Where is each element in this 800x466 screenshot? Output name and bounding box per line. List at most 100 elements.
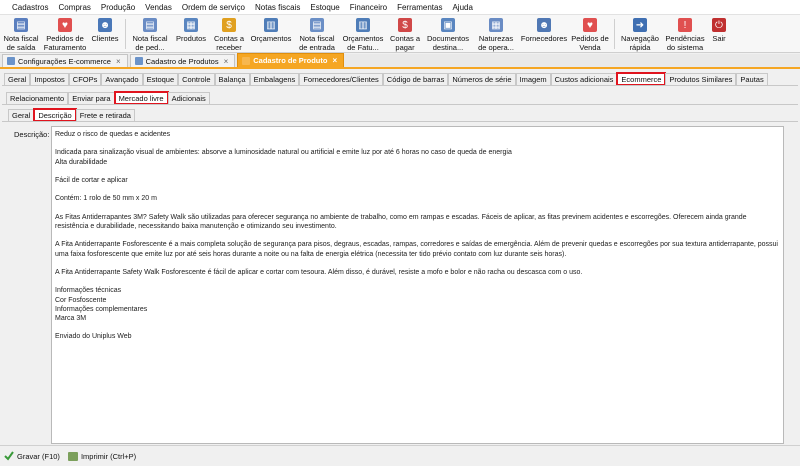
- menu-estoque[interactable]: Estoque: [310, 3, 339, 12]
- save-button[interactable]: Gravar (F10): [4, 451, 60, 461]
- tab-embalagens[interactable]: Embalagens: [249, 73, 300, 85]
- tab-produtos-similares[interactable]: Produtos Similares: [665, 73, 737, 85]
- toolbar-clientes[interactable]: ☻ Clientes: [88, 15, 122, 43]
- form-icon: [7, 57, 15, 65]
- action-bar: Gravar (F10) Imprimir (Ctrl+P): [0, 445, 800, 466]
- quick-nav-icon: ➜: [633, 18, 647, 32]
- description-paragraph: Fácil de cortar e aplicar: [55, 176, 128, 184]
- menu-ordem-servico[interactable]: Ordem de serviço: [182, 3, 245, 12]
- tab-codigo-barras[interactable]: Código de barras: [382, 73, 449, 85]
- close-icon[interactable]: ×: [224, 57, 229, 66]
- menu-vendas[interactable]: Vendas: [145, 3, 172, 12]
- tab-geral[interactable]: Geral: [4, 73, 31, 85]
- payables-icon: $: [398, 18, 412, 32]
- documents-icon: ▣: [441, 18, 455, 32]
- description-paragraph: Reduz o risco de quedas e acidentes: [55, 131, 171, 138]
- tab-ml-geral[interactable]: Geral: [8, 109, 35, 121]
- tab-ecommerce[interactable]: Ecommerce: [616, 72, 667, 86]
- invoice-icon: ▤: [14, 18, 28, 32]
- form-icon: [134, 57, 143, 65]
- divider: [2, 85, 798, 86]
- quotes-icon: ▥: [264, 18, 278, 32]
- toolbar-pedidos-venda[interactable]: ♥ Pedidos de Venda: [569, 15, 611, 52]
- tab-cfops[interactable]: CFOPs: [68, 73, 102, 85]
- form-icon: [242, 56, 251, 65]
- document-tabs: Configurações E-commerce × Cadastro de Pr…: [0, 53, 800, 69]
- toolbar-contas-pagar[interactable]: $ Contas a pagar: [387, 15, 423, 52]
- toolbar-pedidos-faturamento[interactable]: ♥ Pedidos de Faturamento: [42, 15, 88, 52]
- menu-ajuda[interactable]: Ajuda: [452, 3, 472, 12]
- printer-icon: [67, 451, 78, 461]
- tab-ml-descricao[interactable]: Descrição: [33, 108, 77, 122]
- tab-avancado[interactable]: Avançado: [101, 73, 143, 85]
- sales-orders-icon: ♥: [583, 18, 597, 32]
- toolbar-naturezas-operacao[interactable]: ▦ Naturezas de opera...: [473, 15, 519, 52]
- tab-imagem[interactable]: Imagem: [515, 73, 551, 85]
- toolbar-documentos[interactable]: ▣ Documentos destina...: [423, 15, 473, 52]
- toolbar-fornecedores[interactable]: ☻ Fornecedores: [519, 15, 569, 43]
- billing-quotes-icon: ▥: [356, 18, 370, 32]
- close-icon[interactable]: ×: [332, 56, 337, 65]
- menu-compras[interactable]: Compras: [58, 3, 90, 12]
- toolbar-nota-fiscal-pedido[interactable]: ▤ Nota fiscal de ped...: [129, 15, 171, 52]
- description-textarea[interactable]: Reduz o risco de quedas e acidentes Indi…: [51, 126, 784, 444]
- tab-ml-frete-retirada[interactable]: Frete e retirada: [75, 109, 135, 121]
- toolbar-nota-fiscal-saida[interactable]: ▤ Nota fiscal de saída: [0, 15, 42, 52]
- toolbar-sair[interactable]: ⏻ Sair: [708, 15, 730, 43]
- toolbar-contas-receber[interactable]: $ Contas a receber: [211, 15, 247, 52]
- description-paragraph: A Fita Antiderrapante Fosforescente é a …: [55, 241, 780, 258]
- clients-icon: ☻: [98, 18, 112, 32]
- toolbar-separator: [614, 19, 615, 49]
- receivables-icon: $: [222, 18, 236, 32]
- toolbar-navegacao-rapida[interactable]: ➜ Navegação rápida: [618, 15, 662, 52]
- ecommerce-tabs: Relacionamento Enviar para Mercado livre…: [6, 91, 210, 105]
- toolbar-produtos[interactable]: ▦ Produtos: [171, 15, 211, 43]
- tab-adicionais[interactable]: Adicionais: [167, 92, 210, 104]
- menu-ferramentas[interactable]: Ferramentas: [397, 3, 442, 12]
- toolbar-orcamentos-faturamento[interactable]: ▥ Orçamentos de Fatu...: [339, 15, 387, 52]
- product-tabs: Geral Impostos CFOPs Avançado Estoque Co…: [4, 72, 768, 86]
- tab-balanca[interactable]: Balança: [214, 73, 250, 85]
- exit-icon: ⏻: [712, 18, 726, 32]
- menu-cadastros[interactable]: Cadastros: [12, 3, 48, 12]
- menu-notas-fiscais[interactable]: Notas fiscais: [255, 3, 300, 12]
- doc-tab-configuracoes-ecommerce[interactable]: Configurações E-commerce ×: [2, 54, 128, 67]
- print-button[interactable]: Imprimir (Ctrl+P): [67, 451, 136, 461]
- menu-financeiro[interactable]: Financeiro: [350, 3, 387, 12]
- tab-relacionamento[interactable]: Relacionamento: [6, 92, 69, 104]
- tab-numeros-serie[interactable]: Números de série: [448, 73, 516, 85]
- description-paragraph: Informações técnicas Cor Fosfoscente Inf…: [55, 287, 148, 322]
- description-paragraph: As Fitas Antiderrapantes 3M? Safety Walk…: [55, 213, 749, 230]
- toolbar-nota-fiscal-entrada[interactable]: ▤ Nota fiscal de entrada: [295, 15, 339, 52]
- product-form: Geral Impostos CFOPs Avançado Estoque Co…: [0, 70, 800, 445]
- suppliers-icon: ☻: [537, 18, 551, 32]
- tab-fornecedores-clientes[interactable]: Fornecedores/Clientes: [299, 73, 383, 85]
- pending-icon: !: [678, 18, 692, 32]
- doc-tab-cadastro-produto[interactable]: Cadastro de Produto ×: [237, 53, 345, 67]
- tab-pautas[interactable]: Pautas: [736, 73, 768, 85]
- toolbar-separator: [125, 19, 126, 49]
- tab-impostos[interactable]: Impostos: [30, 73, 69, 85]
- toolbar-orcamentos[interactable]: ▥ Orçamentos: [247, 15, 295, 43]
- divider: [2, 104, 798, 105]
- divider: [2, 121, 798, 122]
- tab-custos-adicionais[interactable]: Custos adicionais: [550, 73, 618, 85]
- tab-enviar-para[interactable]: Enviar para: [68, 92, 115, 104]
- mercado-livre-tabs: Geral Descrição Frete e retirada: [8, 108, 135, 122]
- operations-icon: ▦: [489, 18, 503, 32]
- main-toolbar: ▤ Nota fiscal de saída ♥ Pedidos de Fatura…: [0, 15, 800, 53]
- description-label: Descrição:: [14, 130, 50, 139]
- menu-producao[interactable]: Produção: [101, 3, 135, 12]
- tab-estoque[interactable]: Estoque: [142, 73, 179, 85]
- doc-tab-cadastro-produtos[interactable]: Cadastro de Produtos ×: [129, 54, 236, 67]
- products-icon: ▦: [184, 18, 198, 32]
- close-icon[interactable]: ×: [116, 57, 121, 66]
- tab-mercado-livre[interactable]: Mercado livre: [113, 91, 169, 105]
- toolbar-pendencias[interactable]: ! Pendências do sistema: [662, 15, 708, 52]
- tab-controle[interactable]: Controle: [178, 73, 215, 85]
- description-paragraph: Contém: 1 rolo de 50 mm x 20 m: [55, 195, 157, 203]
- checkmark-icon: [4, 451, 14, 461]
- description-paragraph: Indicada para sinalização visual de ambi…: [55, 149, 512, 166]
- description-paragraph: A Fita Antiderrapante Safety Walk Fosfor…: [55, 268, 583, 276]
- inbound-invoice-icon: ▤: [310, 18, 324, 32]
